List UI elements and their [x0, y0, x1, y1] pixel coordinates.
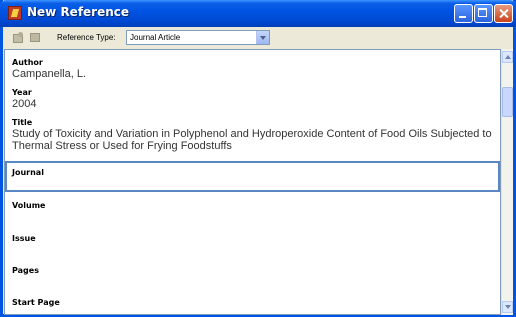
volume-field[interactable]: Volume — [12, 201, 45, 210]
year-value[interactable]: 2004 — [12, 98, 36, 110]
reference-type-label: Reference Type: — [57, 33, 116, 42]
title-label: Title — [12, 118, 33, 127]
vertical-scrollbar[interactable] — [501, 49, 513, 315]
reference-type-value: Journal Article — [130, 33, 181, 42]
pages-label: Pages — [12, 266, 39, 275]
title-field[interactable]: Title Study of Toxicity and Variation in… — [12, 118, 492, 152]
close-button[interactable] — [494, 4, 513, 23]
scroll-up-icon[interactable] — [502, 51, 513, 63]
issue-field[interactable]: Issue — [12, 234, 36, 243]
window-title: New Reference — [27, 5, 130, 19]
scroll-down-icon[interactable] — [502, 301, 513, 313]
maximize-button[interactable] — [474, 4, 493, 23]
journal-label: Journal — [12, 168, 44, 177]
reference-icon[interactable] — [13, 32, 24, 43]
author-label: Author — [12, 58, 43, 67]
issue-label: Issue — [12, 234, 36, 243]
journal-field[interactable]: Journal — [5, 161, 500, 192]
start-page-label: Start Page — [12, 298, 60, 307]
year-label: Year — [12, 88, 32, 97]
start-page-field[interactable]: Start Page — [12, 298, 60, 307]
toolbar: Reference Type: Journal Article — [3, 27, 513, 49]
reference-type-select[interactable]: Journal Article — [126, 30, 270, 45]
folder-icon[interactable] — [30, 32, 41, 43]
minimize-button[interactable] — [454, 4, 473, 23]
reference-fields-panel: Author Campanella, L. Year 2004 Title St… — [4, 49, 501, 315]
title-bar[interactable]: New Reference — [0, 0, 516, 27]
chevron-down-icon[interactable] — [256, 31, 269, 44]
year-field[interactable]: Year 2004 — [12, 88, 36, 110]
app-icon — [8, 6, 22, 20]
author-value[interactable]: Campanella, L. — [12, 68, 86, 80]
title-value-line-1[interactable]: Study of Toxicity and Variation in Polyp… — [12, 128, 492, 140]
pages-field[interactable]: Pages — [12, 266, 39, 275]
scroll-thumb[interactable] — [502, 87, 513, 117]
volume-label: Volume — [12, 201, 46, 210]
author-field[interactable]: Author Campanella, L. — [12, 58, 86, 80]
title-value-line-2[interactable]: Thermal Stress or Used for Frying Foodst… — [12, 140, 492, 152]
